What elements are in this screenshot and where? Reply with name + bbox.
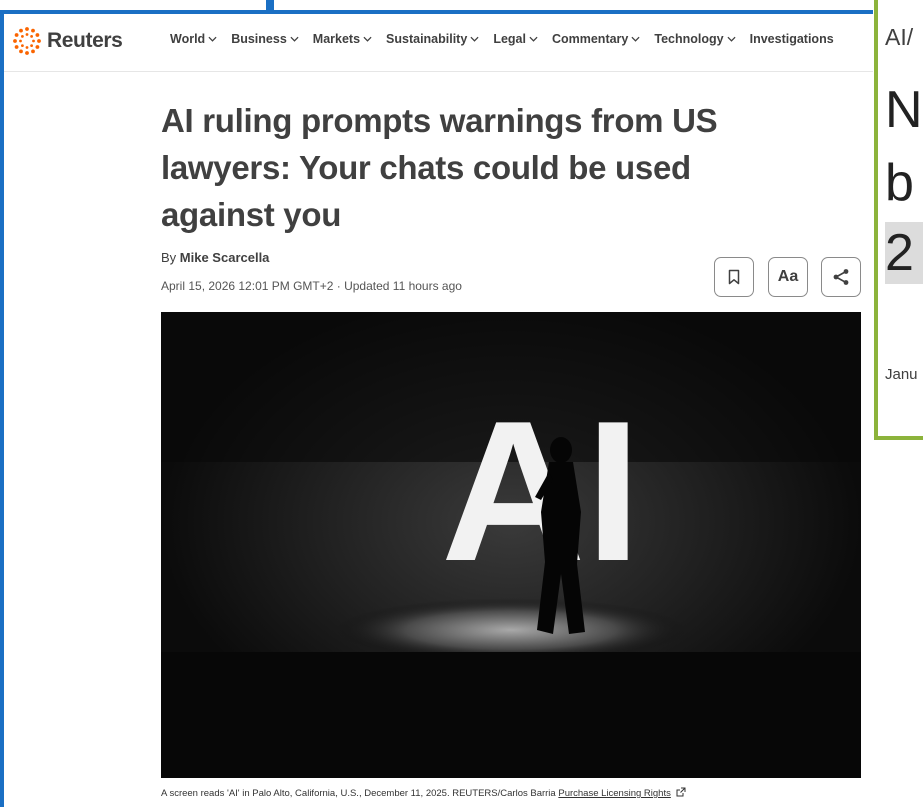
nav-markets[interactable]: Markets: [313, 32, 372, 46]
nav-business-label: Business: [231, 32, 287, 46]
article-headline: AI ruling prompts warnings from US lawye…: [161, 102, 718, 233]
nav-business[interactable]: Business: [231, 32, 299, 46]
byline: By Mike Scarcella: [161, 250, 269, 265]
byline-prefix: By: [161, 250, 177, 265]
article-photo[interactable]: AI: [161, 312, 861, 778]
site-header: Reuters World Business Markets Sustainab…: [4, 14, 873, 72]
nav-markets-label: Markets: [312, 32, 361, 46]
chevron-down-icon: [631, 36, 640, 42]
nav-technology[interactable]: Technology: [654, 32, 736, 46]
chevron-down-icon: [363, 36, 372, 42]
caption-text: A screen reads 'AI' in Palo Alto, Califo…: [161, 788, 556, 799]
nav-sustainability[interactable]: Sustainability: [386, 32, 479, 46]
chevron-down-icon: [470, 36, 479, 42]
nav-world-label: World: [170, 32, 206, 46]
text-size-button[interactable]: Aa: [768, 257, 808, 297]
right-headline-line-3: 2: [885, 222, 923, 284]
nav-commentary[interactable]: Commentary: [552, 32, 640, 46]
right-date: Janu: [885, 366, 918, 383]
reuters-logo[interactable]: Reuters: [12, 26, 123, 56]
nav-world[interactable]: World: [170, 32, 217, 46]
chevron-down-icon: [208, 36, 217, 42]
dateline: April 15, 2026 12:01 PM GMT+2 · Updated …: [161, 279, 462, 293]
main-nav: World Business Markets Sustainability Le…: [170, 32, 848, 46]
chevron-down-icon: [727, 36, 736, 42]
bookmark-icon: [728, 269, 740, 285]
nav-commentary-label: Commentary: [551, 32, 629, 46]
photo-caption: A screen reads 'AI' in Palo Alto, Califo…: [161, 787, 686, 799]
photo-ai-screen: AI: [161, 312, 861, 778]
share-icon: [833, 269, 849, 285]
licensing-link[interactable]: Purchase Licensing Rights: [558, 788, 670, 799]
logo-text: Reuters: [47, 29, 123, 52]
nav-investigations-label: Investigations: [749, 32, 834, 46]
right-headline-line-1: N: [885, 81, 923, 139]
share-button[interactable]: [821, 257, 861, 297]
nav-technology-label: Technology: [654, 32, 724, 46]
author-link[interactable]: Mike Scarcella: [180, 250, 270, 265]
nav-legal[interactable]: Legal: [493, 32, 538, 46]
second-article-screenshot: AI/ N b 2 Janu: [874, 0, 923, 440]
nav-investigations[interactable]: Investigations: [750, 32, 834, 46]
right-kicker: AI/: [885, 24, 914, 50]
right-headline-line-2: b: [885, 154, 914, 212]
text-size-label: Aa: [777, 268, 799, 285]
reuters-article-screenshot: Reuters World Business Markets Sustainab…: [0, 10, 873, 807]
chevron-down-icon: [529, 36, 538, 42]
external-link-icon[interactable]: [676, 787, 686, 797]
nav-sustainability-label: Sustainability: [386, 32, 468, 46]
chevron-down-icon: [290, 36, 299, 42]
bookmark-button[interactable]: [714, 257, 754, 297]
nav-legal-label: Legal: [493, 32, 526, 46]
reuters-logo-icon: [13, 27, 41, 55]
